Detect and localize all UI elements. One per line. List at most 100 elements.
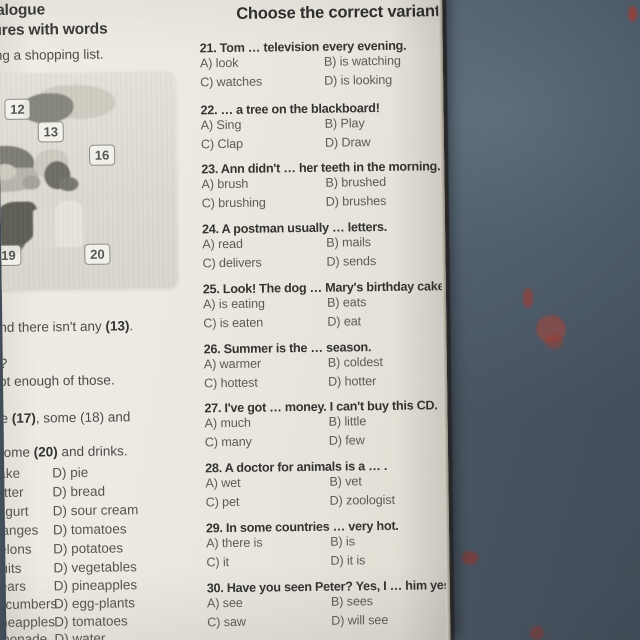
question-23-option-c[interactable]: C) brushing [202, 196, 266, 211]
question-30-option-c[interactable]: C) saw [207, 615, 246, 630]
question-21-option-c[interactable]: C) watches [200, 75, 262, 90]
answer-left-fragment: ogurt [0, 503, 29, 520]
text-line-20-text: some [0, 444, 34, 461]
question-23-option-a[interactable]: A) brush [201, 177, 248, 192]
question-24-option-b[interactable]: B) mails [326, 235, 371, 250]
food-blob-pineapple-leaves [0, 201, 38, 247]
question-21-option-a[interactable]: A) look [200, 56, 239, 71]
question-24: 24. A postman usually … letters. A) read… [202, 219, 443, 275]
text-line-17-ref: (17) [11, 410, 36, 426]
answer-left-fragment: monade [0, 631, 48, 640]
question-28-option-b[interactable]: B) vet [329, 474, 361, 488]
text-line-17-18: e (17), some (18) and [0, 409, 130, 426]
callout-13: 13 [37, 121, 64, 143]
question-25-option-d[interactable]: D) eat [327, 314, 361, 328]
photographed-textbook-page: alogue ures with words ng a shopping lis… [0, 0, 640, 640]
question-30-option-a[interactable]: A) see [207, 596, 243, 610]
answer-option-d: D) tomatoes [54, 613, 128, 630]
answer-row: monade [0, 631, 47, 640]
question-27-option-d[interactable]: D) few [329, 433, 365, 447]
question-30: 30. Have you seen Peter? Yes, I … him ye… [207, 578, 447, 634]
answer-row: neapples [0, 614, 55, 630]
food-blob-banana [34, 149, 69, 180]
question-22-option-b[interactable]: B) Play [325, 116, 365, 131]
answer-row-d: D) tomatoes [54, 613, 128, 629]
food-blob-milk-bottle [54, 200, 84, 248]
text-line-13-ref: (13) [105, 318, 130, 334]
answer-row: ranges [0, 523, 38, 539]
question-23: 23. Ann didn't … her teeth in the mornin… [201, 159, 442, 215]
answer-row: ucumbers [0, 596, 57, 612]
question-22-option-c[interactable]: C) Clap [201, 137, 243, 152]
section-title: Choose the correct variant [236, 2, 441, 23]
answer-option-d: D) vegetables [53, 559, 137, 576]
answer-row-d: D) sour cream [53, 502, 139, 518]
question-24-option-d[interactable]: D) sends [326, 254, 376, 269]
food-blob-lemon [0, 163, 17, 181]
answer-row-d: D) pie [52, 465, 88, 480]
question-29-option-a[interactable]: A) there is [206, 536, 262, 551]
question-28-option-a[interactable]: A) wet [205, 476, 240, 490]
question-25-option-c[interactable]: C) is eaten [203, 316, 263, 331]
text-line-20: some (20) and drinks. [0, 443, 128, 460]
answer-option-d: D) egg-plants [53, 595, 136, 612]
question-26-options: A) warmer B) coldest C) hottest D) hotte… [204, 354, 444, 395]
question-23-option-d[interactable]: D) brushes [326, 194, 387, 209]
question-29-option-d[interactable]: D) it is [330, 553, 365, 567]
food-blob-berries [58, 176, 79, 192]
question-28-option-d[interactable]: D) zoologist [330, 493, 395, 508]
question-22-option-a[interactable]: A) Sing [201, 118, 242, 133]
right-page-column: Choose the correct variant 21. Tom … tel… [192, 0, 447, 640]
food-blob-basket [0, 167, 39, 193]
question-25-option-a[interactable]: A) is eating [203, 297, 265, 312]
answer-left-fragment: elons [0, 541, 32, 558]
question-27-option-c[interactable]: C) many [205, 435, 252, 450]
text-line-20-suffix: and drinks. [57, 443, 128, 460]
question-29-option-b[interactable]: B) is [330, 534, 355, 548]
intro-line: ng a shopping list. [0, 46, 104, 64]
question-21-option-d[interactable]: D) is looking [324, 73, 392, 88]
text-line-17-suffix: , some (18) and [35, 409, 131, 426]
question-28-option-c[interactable]: C) pet [206, 495, 240, 509]
question-25-option-b[interactable]: B) eats [327, 295, 366, 310]
answer-row: elons [0, 542, 32, 557]
answer-row-d: D) potatoes [53, 540, 123, 556]
answer-row-d: D) tomatoes [53, 521, 127, 537]
question-27-option-a[interactable]: A) much [205, 416, 251, 431]
question-27-options: A) much B) little C) many D) few [205, 413, 445, 454]
text-line-20-ref: (20) [33, 444, 58, 460]
answer-option-d: D) pie [52, 464, 89, 481]
question-25-options: A) is eating B) eats C) is eaten D) eat [203, 294, 443, 335]
question-22: 22. … a tree on the blackboard! A) Sing … [200, 100, 441, 156]
question-23-options: A) brush B) brushed C) brushing D) brush… [201, 174, 441, 215]
question-27-option-b[interactable]: B) little [329, 414, 367, 428]
question-26-option-b[interactable]: B) coldest [328, 355, 383, 370]
question-24-option-c[interactable]: C) delivers [202, 256, 261, 271]
question-30-option-d[interactable]: D) will see [331, 613, 388, 628]
answer-left-fragment: ucumbers [0, 596, 58, 613]
left-page-column: alogue ures with words ng a shopping lis… [0, 0, 194, 640]
question-28-options: A) wet B) vet C) pet D) zoologist [205, 473, 445, 514]
answer-row-d: D) water [54, 631, 105, 640]
question-24-option-a[interactable]: A) read [202, 237, 243, 252]
question-22-option-d[interactable]: D) Draw [325, 135, 371, 150]
food-blob-grapes [0, 145, 35, 183]
question-29-option-c[interactable]: C) it [206, 555, 229, 569]
answer-row-d: D) bread [52, 484, 105, 500]
question-30-option-b[interactable]: B) sees [331, 594, 373, 609]
question-26-option-c[interactable]: C) hottest [204, 376, 258, 391]
question-21: 21. Tom … television every evening. A) l… [200, 38, 441, 94]
answer-option-d: D) tomatoes [52, 521, 127, 538]
question-26-option-a[interactable]: A) warmer [204, 357, 261, 372]
question-26-option-d[interactable]: D) hotter [328, 374, 376, 389]
question-21-option-b[interactable]: B) is watching [324, 54, 401, 69]
answer-option-d: D) potatoes [53, 540, 124, 557]
question-23-option-b[interactable]: B) brushed [325, 175, 386, 190]
shopping-basket-photo: 12 13 16 19 20 [0, 71, 178, 291]
answer-row-d: D) pineapples [54, 577, 138, 593]
question-24-options: A) read B) mails C) delivers D) sends [202, 234, 442, 275]
question-30-options: A) see B) sees C) saw D) will see [207, 593, 447, 634]
heading-dialogue: alogue [0, 1, 46, 20]
answer-option-d: D) bread [52, 483, 106, 500]
question-21-options: A) look B) is watching C) watches D) is … [200, 53, 440, 94]
